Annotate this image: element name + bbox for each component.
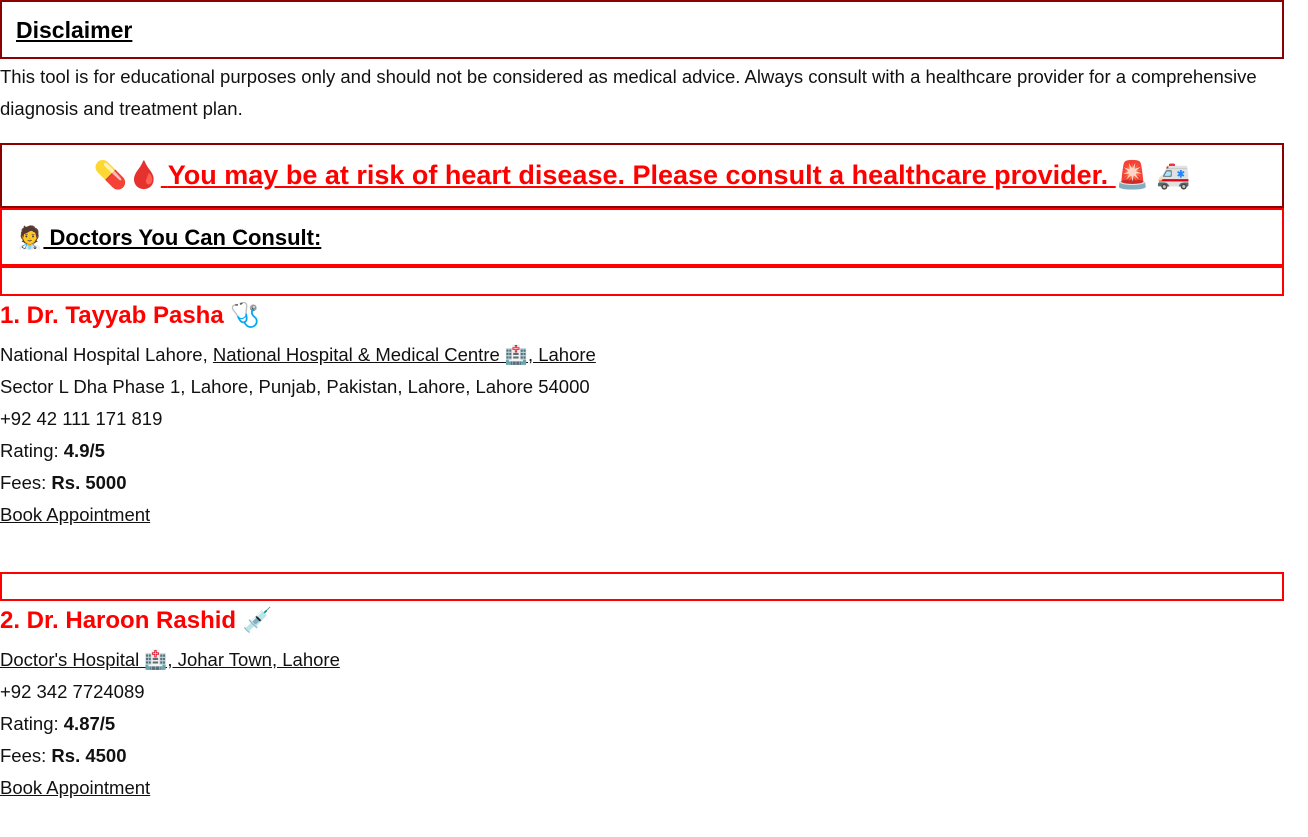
doctor-hospital: National Hospital Lahore, National Hospi… bbox=[0, 344, 596, 366]
book-appointment-row: Book Appointment bbox=[0, 777, 150, 799]
stethoscope-icon: 🩺 bbox=[230, 302, 261, 329]
book-appointment-row: Book Appointment bbox=[0, 504, 150, 526]
book-appointment-link[interactable]: Book Appointment bbox=[0, 504, 150, 525]
fees-value: Rs. 4500 bbox=[51, 745, 127, 766]
health-worker-icon: 🧑‍⚕️ bbox=[16, 225, 44, 250]
disclaimer-title: Disclaimer bbox=[16, 17, 133, 43]
disclaimer-box: Disclaimer bbox=[0, 0, 1284, 59]
fees-value: Rs. 5000 bbox=[51, 472, 127, 493]
doctor-phone: +92 42 111 171 819 bbox=[0, 408, 163, 429]
doctor-hospital: Doctor's Hospital 🏥, Johar Town, Lahore bbox=[0, 649, 340, 671]
doctor-fees: Fees: Rs. 4500 bbox=[0, 745, 127, 767]
doctor-phone: +92 342 7724089 bbox=[0, 681, 145, 702]
doctor-card-divider bbox=[0, 266, 1284, 296]
doctors-section-title: 🧑‍⚕️ Doctors You Can Consult: bbox=[16, 225, 321, 251]
doctor-rating: Rating: 4.9/5 bbox=[0, 440, 105, 462]
risk-alert-text: You may be at risk of heart disease. Ple… bbox=[167, 160, 1109, 190]
doctor-name: 1. Dr. Tayyab Pasha 🩺 bbox=[0, 301, 260, 330]
siren-ambulance-icon: 🚨 🚑 bbox=[1115, 160, 1191, 190]
fees-label: Fees: bbox=[0, 472, 52, 493]
rating-value: 4.9/5 bbox=[63, 440, 105, 461]
syringe-icon: 💉 bbox=[242, 607, 273, 634]
book-appointment-link[interactable]: Book Appointment bbox=[0, 777, 150, 798]
doctor-fees: Fees: Rs. 5000 bbox=[0, 472, 127, 494]
risk-alert: 💊🩸 You may be at risk of heart disease. … bbox=[2, 159, 1282, 191]
rating-label: Rating: bbox=[0, 713, 64, 734]
doctor-card-divider bbox=[0, 572, 1284, 601]
doctors-header-box: 🧑‍⚕️ Doctors You Can Consult: bbox=[0, 208, 1284, 266]
doctors-section-title-text: Doctors You Can Consult: bbox=[49, 225, 322, 250]
disclaimer-text: This tool is for educational purposes on… bbox=[0, 66, 1257, 119]
doctor-rating: Rating: 4.87/5 bbox=[0, 713, 115, 735]
doctor-address: Sector L Dha Phase 1, Lahore, Punjab, Pa… bbox=[0, 376, 590, 397]
pill-blood-drop-icon: 💊🩸 bbox=[93, 160, 161, 190]
hospital-prefix: National Hospital Lahore, bbox=[0, 344, 213, 365]
rating-value: 4.87/5 bbox=[63, 713, 116, 734]
hospital-link[interactable]: Doctor's Hospital 🏥, Johar Town, Lahore bbox=[0, 649, 340, 670]
hospital-link[interactable]: National Hospital & Medical Centre 🏥, La… bbox=[213, 344, 596, 365]
rating-label: Rating: bbox=[0, 440, 64, 461]
risk-alert-box: 💊🩸 You may be at risk of heart disease. … bbox=[0, 143, 1284, 208]
doctor-name: 2. Dr. Haroon Rashid 💉 bbox=[0, 606, 273, 635]
doctor-name-text: 1. Dr. Tayyab Pasha bbox=[0, 302, 224, 329]
doctor-name-text: 2. Dr. Haroon Rashid bbox=[0, 607, 237, 634]
fees-label: Fees: bbox=[0, 745, 52, 766]
